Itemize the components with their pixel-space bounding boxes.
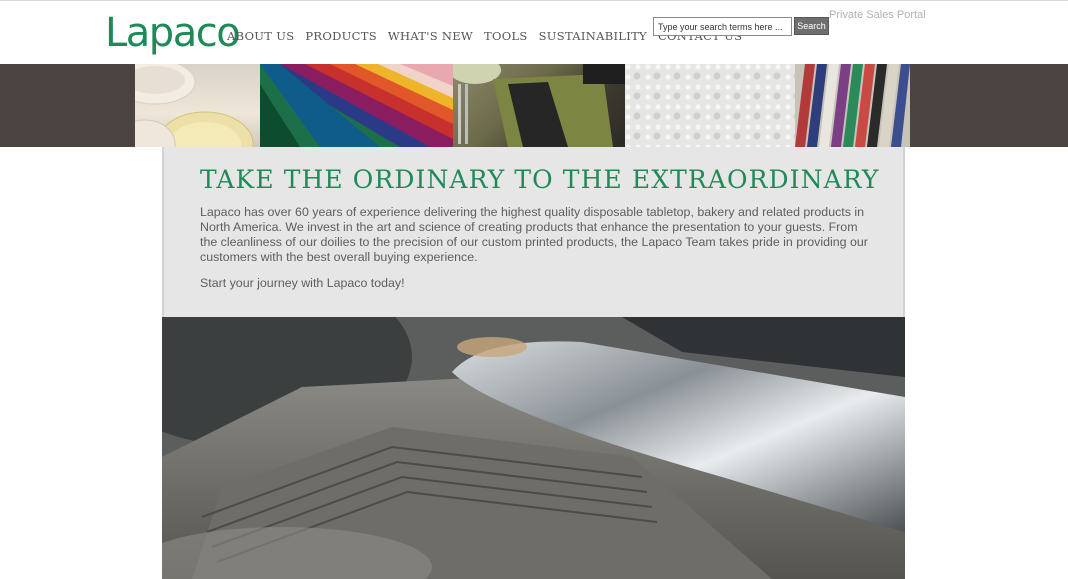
search-button[interactable]: Search	[794, 17, 829, 35]
hero-napkins-knife-photo	[162, 317, 905, 579]
banner-napkin-rolls-image	[795, 64, 910, 147]
colored-paper-graphic	[260, 64, 453, 147]
search-input[interactable]	[653, 17, 792, 36]
nav-whats-new[interactable]: WHAT'S NEW	[388, 29, 473, 43]
site-header: Lapaco ABOUT US PRODUCTS WHAT'S NEW TOOL…	[0, 1, 1068, 64]
product-banner	[0, 64, 1068, 147]
napkin-rolls-graphic	[795, 64, 910, 147]
banner-baking-cups-image	[114, 64, 260, 147]
site-logo[interactable]: Lapaco	[105, 7, 241, 59]
banner-colored-paper-image	[260, 64, 453, 147]
baking-cups-graphic	[114, 64, 254, 147]
nav-sustainability[interactable]: SUSTAINABILITY	[539, 29, 647, 43]
banner-table-setting-image	[449, 64, 625, 147]
intro-cta: Start your journey with Lapaco today!	[200, 276, 405, 290]
intro-body: Lapaco has over 60 years of experience d…	[200, 205, 868, 264]
intro-title: TAKE THE ORDINARY TO THE EXTRAORDINARY	[200, 165, 880, 194]
banner-doily-image	[625, 64, 795, 147]
hero-photo-graphic	[162, 317, 905, 579]
intro-panel: TAKE THE ORDINARY TO THE EXTRAORDINARY L…	[162, 147, 905, 317]
private-sales-portal-link[interactable]: Private Sales Portal	[829, 9, 926, 21]
nav-tools[interactable]: TOOLS	[484, 29, 528, 43]
table-setting-graphic	[449, 64, 625, 147]
nav-products[interactable]: PRODUCTS	[305, 29, 376, 43]
nav-about-us[interactable]: ABOUT US	[227, 29, 294, 43]
